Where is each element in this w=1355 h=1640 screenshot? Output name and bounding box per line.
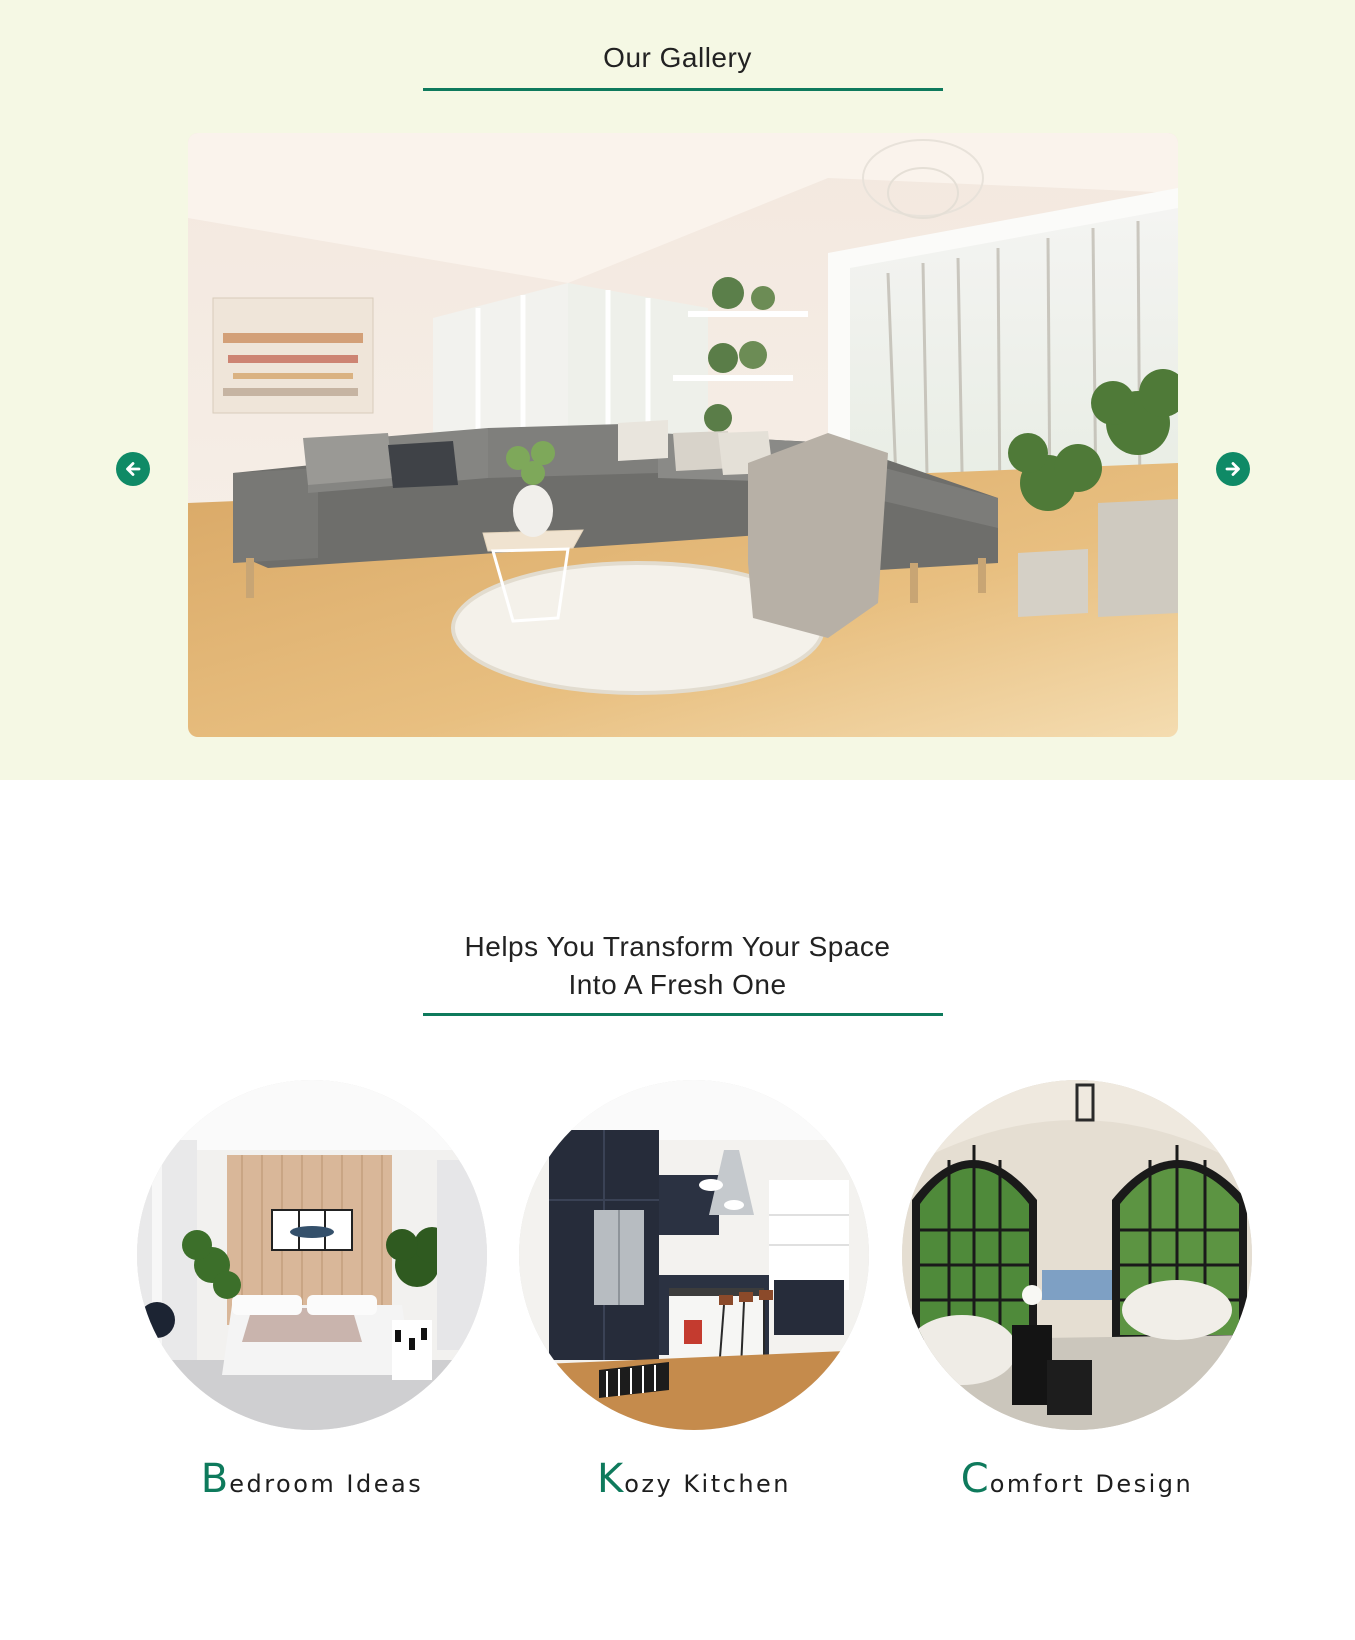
living-room-image[interactable] bbox=[902, 1080, 1252, 1430]
card-bedroom-ideas[interactable]: Bedroom Ideas bbox=[137, 1080, 487, 1502]
transform-title-line1: Helps You Transform Your Space bbox=[464, 931, 891, 962]
card-title-initial: C bbox=[960, 1456, 990, 1502]
card-title-bedroom[interactable]: Bedroom Ideas bbox=[137, 1456, 487, 1502]
card-title-rest: ozy Kitchen bbox=[624, 1470, 792, 1498]
card-title-kitchen[interactable]: Kozy Kitchen bbox=[519, 1456, 869, 1502]
card-title-initial: K bbox=[596, 1456, 625, 1502]
transform-section-title: Helps You Transform Your Space Into A Fr… bbox=[0, 928, 1355, 1004]
gallery-section: Our Gallery bbox=[0, 0, 1355, 780]
card-comfort-design[interactable]: Comfort Design bbox=[902, 1080, 1252, 1502]
gallery-slide-image bbox=[188, 133, 1178, 737]
gallery-title: Our Gallery bbox=[603, 42, 752, 73]
gallery-title-underline bbox=[423, 88, 943, 91]
arrow-left-circle-icon bbox=[126, 462, 141, 476]
gallery-prev-button[interactable] bbox=[116, 452, 150, 486]
gallery-next-button[interactable] bbox=[1216, 452, 1250, 486]
card-kozy-kitchen[interactable]: Kozy Kitchen bbox=[519, 1080, 869, 1502]
card-title-comfort[interactable]: Comfort Design bbox=[902, 1456, 1252, 1502]
card-title-initial: B bbox=[200, 1456, 230, 1502]
kitchen-image[interactable] bbox=[519, 1080, 869, 1430]
card-title-rest: omfort Design bbox=[989, 1470, 1194, 1498]
card-title-rest: edroom Ideas bbox=[229, 1470, 424, 1498]
bedroom-image[interactable] bbox=[137, 1080, 487, 1430]
transform-title-line2: Into A Fresh One bbox=[568, 969, 787, 1000]
arrow-right-circle-icon bbox=[1225, 462, 1240, 476]
transform-title-underline bbox=[423, 1013, 943, 1016]
